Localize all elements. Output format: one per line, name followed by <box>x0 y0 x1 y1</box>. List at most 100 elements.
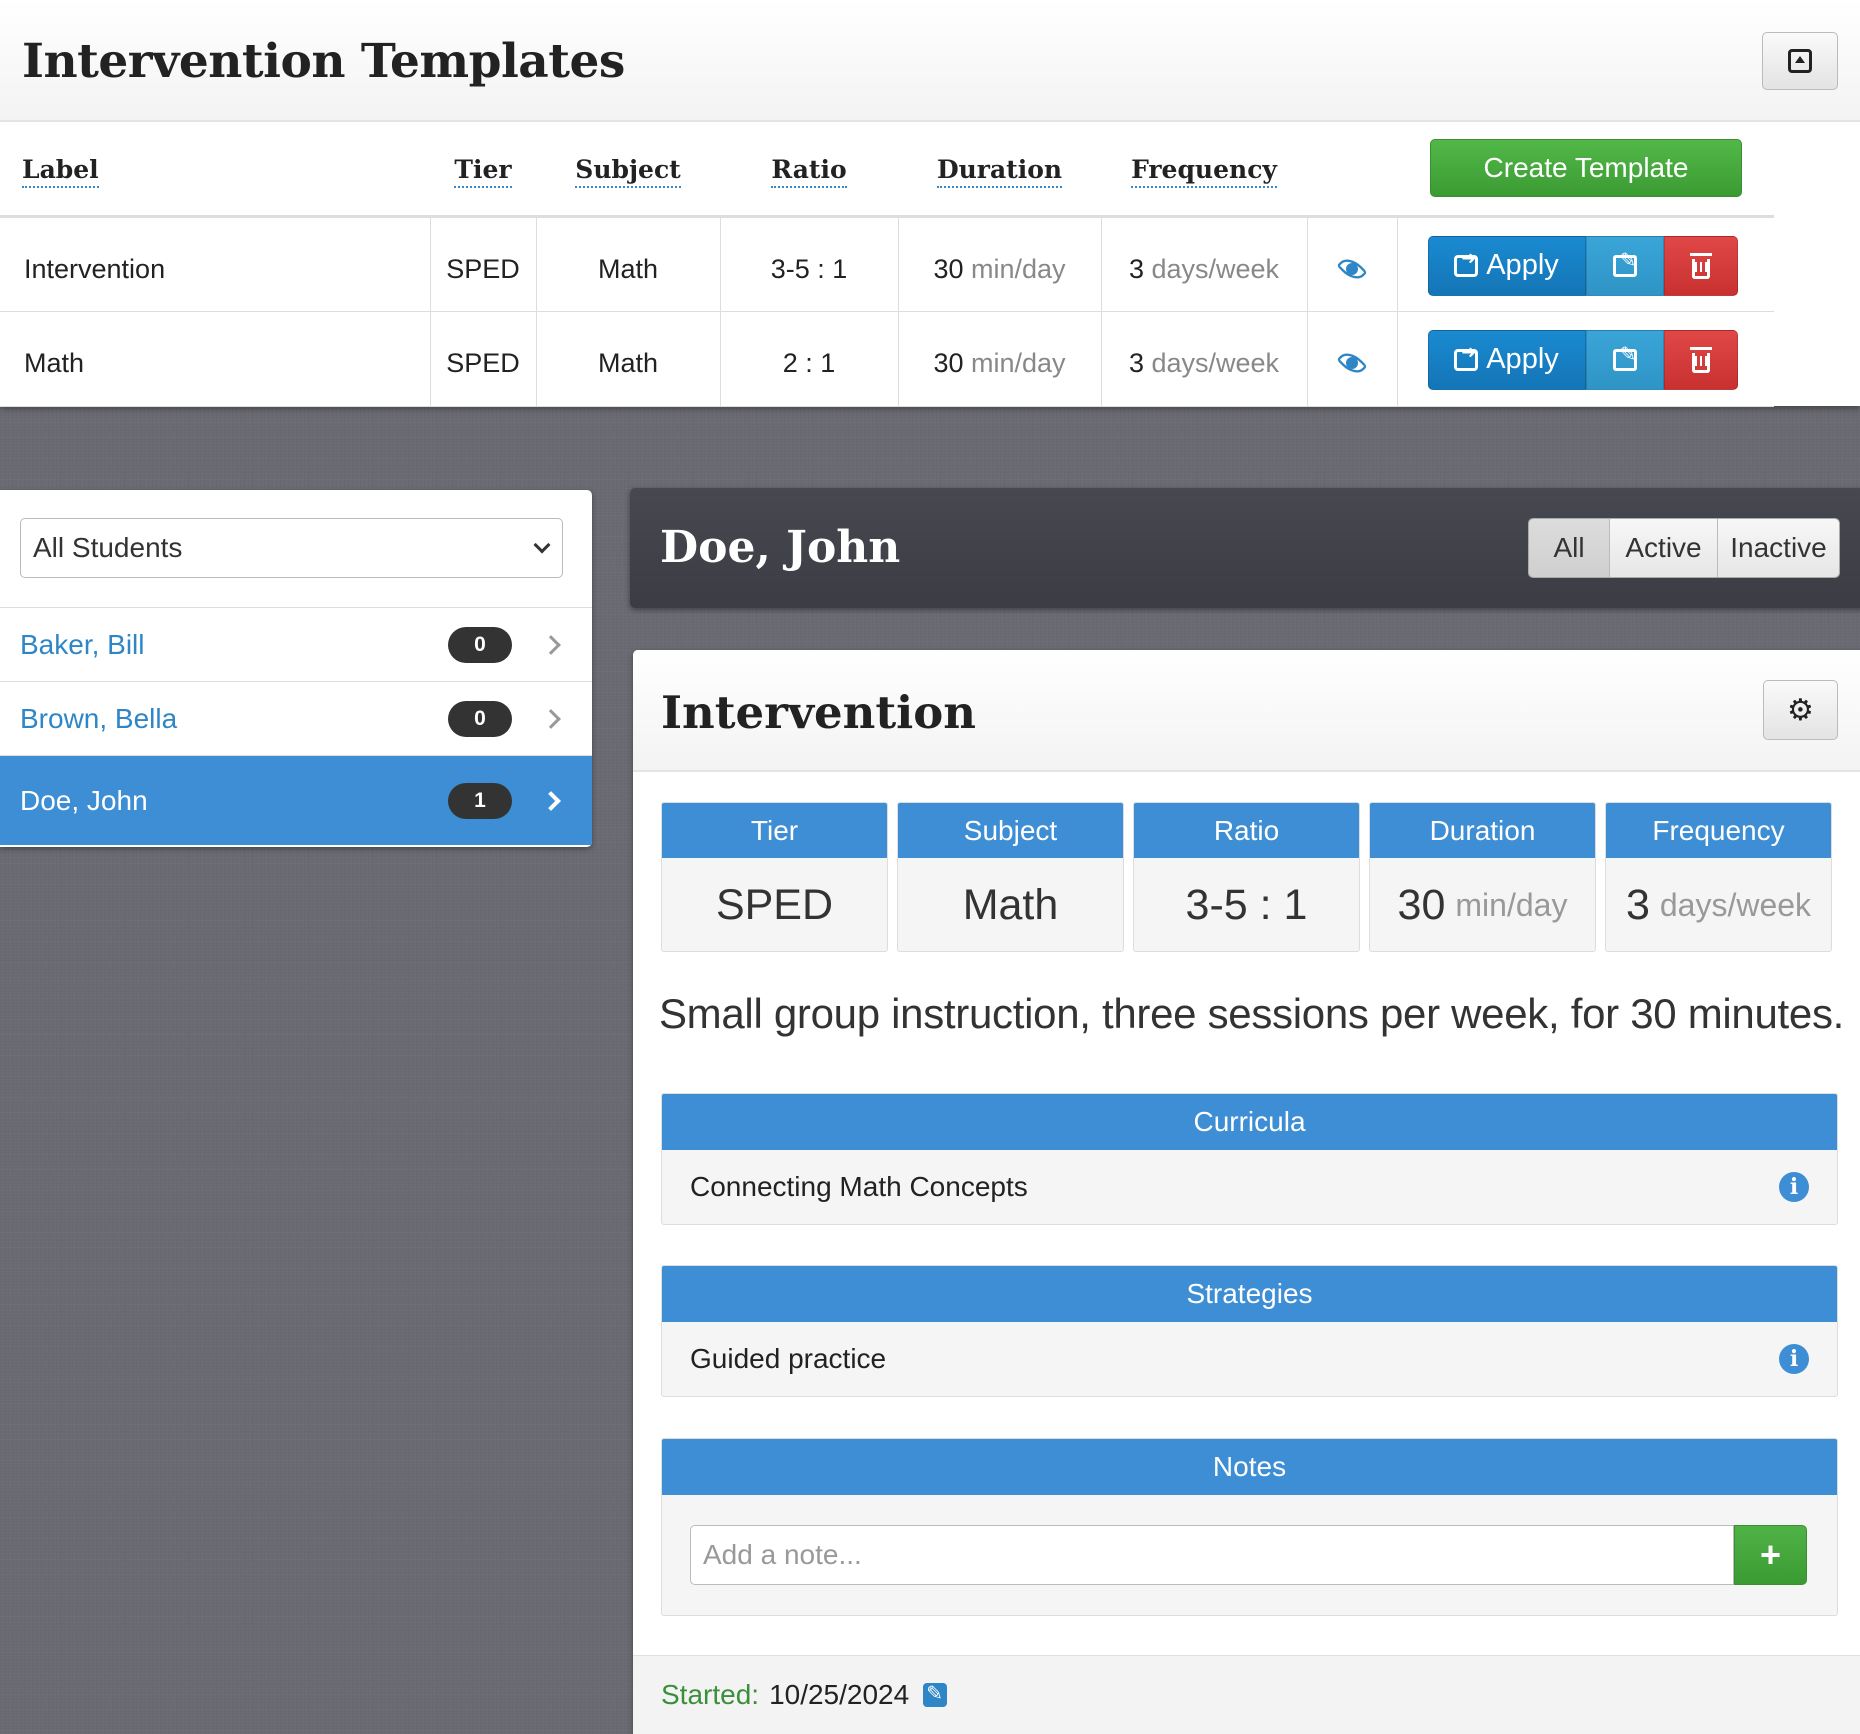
settings-button[interactable]: ⚙ <box>1763 680 1838 740</box>
edit-button[interactable] <box>1585 329 1664 390</box>
row-ratio: 2 : 1 <box>719 311 898 407</box>
col-tier[interactable]: Tier <box>430 124 536 218</box>
trash-icon <box>1689 346 1712 373</box>
stat-value: SPED <box>715 881 834 929</box>
row-subject: Math <box>535 216 720 312</box>
student-title: Doe, John <box>660 522 901 573</box>
note-row: + <box>662 1495 1837 1615</box>
intervention-stats: Tier SPED Subject Math Ratio 3-5 : 1 Dur… <box>661 802 1832 952</box>
stat-label: Duration <box>1370 803 1595 858</box>
col-frequency[interactable]: Frequency <box>1101 124 1307 218</box>
share-icon <box>1454 342 1479 371</box>
strategies-title: Strategies <box>662 1266 1837 1322</box>
student-filter-select[interactable]: All Students <box>20 518 563 578</box>
note-input[interactable] <box>690 1525 1734 1585</box>
student-list-panel: All Students Baker, Bill 0 Brown, Bella … <box>0 490 592 847</box>
student-filter-wrap: All Students <box>0 490 592 608</box>
student-name: Brown, Bella <box>20 702 178 734</box>
chevron-right-icon <box>541 790 561 811</box>
row-actions: Apply <box>1396 311 1774 407</box>
row-view <box>1306 216 1397 312</box>
curricula-title: Curricula <box>662 1094 1837 1150</box>
intervention-title: Intervention <box>661 686 976 739</box>
stat-subject: Subject Math <box>897 802 1124 952</box>
student-item[interactable]: Baker, Bill 0 <box>0 608 592 682</box>
filter-inactive-button[interactable]: Inactive <box>1717 519 1839 577</box>
delete-button[interactable] <box>1663 329 1738 390</box>
row-view <box>1306 311 1397 407</box>
row-ratio: 3-5 : 1 <box>719 216 898 312</box>
student-name: Doe, John <box>20 784 148 816</box>
list-item: Guided practice i <box>662 1322 1837 1396</box>
stat-label: Subject <box>898 803 1123 858</box>
student-filter-value: All Students <box>33 532 183 563</box>
count-badge: 1 <box>448 782 512 819</box>
row-tier: SPED <box>429 216 536 312</box>
templates-title: Intervention Templates <box>22 34 625 89</box>
student-name: Baker, Bill <box>20 628 145 660</box>
stat-label: Ratio <box>1134 803 1359 858</box>
chevron-right-icon <box>541 708 561 729</box>
intervention-description: Small group instruction, three sessions … <box>658 990 1845 1037</box>
eye-icon[interactable] <box>1335 352 1369 374</box>
intervention-card: Intervention ⚙ Tier SPED Subject Math Ra… <box>633 650 1860 1734</box>
filter-all-button[interactable]: All <box>1529 519 1609 577</box>
apply-button[interactable]: Apply <box>1427 235 1586 296</box>
curriculum-name: Connecting Math Concepts <box>690 1171 1028 1202</box>
templates-header: Intervention Templates <box>0 0 1860 122</box>
row-label: Intervention <box>0 216 430 312</box>
stat-tier: Tier SPED <box>661 802 888 952</box>
student-item[interactable]: Brown, Bella 0 <box>0 682 592 756</box>
row-frequency: 3 days/week <box>1100 311 1307 407</box>
stat-ratio: Ratio 3-5 : 1 <box>1133 802 1360 952</box>
apply-button[interactable]: Apply <box>1427 329 1586 390</box>
col-label[interactable]: Label <box>0 124 430 218</box>
stat-value: 30 min/day <box>1397 881 1568 929</box>
row-frequency: 3 days/week <box>1100 216 1307 312</box>
col-actions <box>1397 124 1774 218</box>
table-row: Math SPED Math 2 : 1 30 min/day 3 days/w… <box>0 311 1774 407</box>
delete-button[interactable] <box>1663 235 1738 296</box>
trash-icon <box>1689 252 1712 279</box>
col-duration[interactable]: Duration <box>898 124 1101 218</box>
stat-value: Math <box>962 881 1059 929</box>
edit-button[interactable] <box>1585 235 1664 296</box>
filter-active-button[interactable]: Active <box>1609 519 1717 577</box>
info-icon[interactable]: i <box>1779 1344 1809 1374</box>
chevron-down-icon <box>533 536 551 554</box>
collapse-button[interactable] <box>1762 32 1838 90</box>
count-badge: 0 <box>448 700 512 737</box>
eye-icon[interactable] <box>1335 258 1369 280</box>
notes-title: Notes <box>662 1439 1837 1495</box>
templates-table: Label Tier Subject Ratio Duration Freque… <box>0 124 1774 407</box>
edit-icon <box>1612 248 1637 277</box>
row-actions: Apply <box>1396 216 1774 312</box>
stat-value: 3-5 : 1 <box>1185 881 1308 929</box>
strategies-section: Strategies Guided practice i <box>661 1265 1838 1397</box>
collapse-icon <box>1788 49 1812 73</box>
started-label: Started: <box>661 1679 760 1710</box>
edit-date-icon[interactable] <box>923 1681 948 1707</box>
info-icon[interactable]: i <box>1779 1172 1809 1202</box>
stat-label: Tier <box>662 803 887 858</box>
table-row: Intervention SPED Math 3-5 : 1 30 min/da… <box>0 216 1774 312</box>
chevron-right-icon <box>541 634 561 655</box>
status-filter-group: All Active Inactive <box>1528 518 1840 578</box>
stat-frequency: Frequency 3 days/week <box>1605 802 1832 952</box>
add-note-button[interactable]: + <box>1734 1525 1807 1585</box>
started-date: 10/25/2024 <box>769 1679 910 1710</box>
curricula-section: Curricula Connecting Math Concepts i <box>661 1093 1838 1225</box>
col-view <box>1307 124 1397 218</box>
intervention-footer: Started: 10/25/2024 <box>633 1655 1860 1734</box>
row-duration: 30 min/day <box>897 216 1101 312</box>
row-tier: SPED <box>429 311 536 407</box>
student-item-selected[interactable]: Doe, John 1 <box>0 756 592 845</box>
stat-value: 3 days/week <box>1625 881 1812 929</box>
col-ratio[interactable]: Ratio <box>720 124 898 218</box>
row-subject: Math <box>535 311 720 407</box>
share-icon <box>1454 248 1479 277</box>
list-item: Connecting Math Concepts i <box>662 1150 1837 1224</box>
intervention-header: Intervention ⚙ <box>633 650 1860 772</box>
col-subject[interactable]: Subject <box>536 124 720 218</box>
strategy-name: Guided practice <box>690 1343 887 1374</box>
